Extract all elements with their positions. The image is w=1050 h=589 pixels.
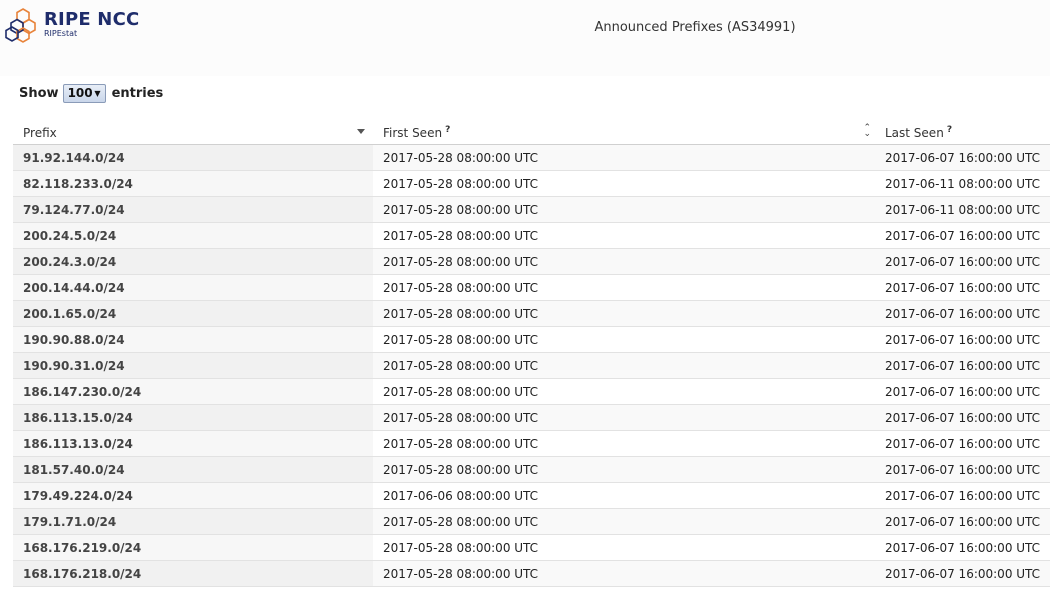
brand-name: RIPE NCC	[44, 9, 140, 30]
column-header-first-seen[interactable]: First Seen? ⌃ ⌄	[373, 121, 875, 145]
length-menu: Show 100 ▼ entries	[19, 83, 163, 103]
table-row[interactable]: 168.176.218.0/24 2017-05-28 08:00:00 UTC 2…	[13, 560, 1050, 587]
prefix-cell[interactable]: 200.1.65.0/24	[13, 300, 373, 327]
widget-title: Announced Prefixes (AS34991)	[594, 20, 796, 35]
help-icon[interactable]: ?	[947, 125, 952, 135]
help-icon[interactable]: ?	[445, 125, 450, 135]
first-seen-cell: 2017-05-28 08:00:00 UTC	[373, 430, 875, 457]
first-seen-cell: 2017-05-28 08:00:00 UTC	[373, 508, 875, 535]
table-container: Show 100 ▼ entries Prefix First Seen? ⌃ ⌄…	[13, 76, 1050, 589]
prefix-cell[interactable]: 186.113.13.0/24	[13, 430, 373, 457]
table-row[interactable]: 181.57.40.0/24 2017-05-28 08:00:00 UTC 201…	[13, 456, 1050, 483]
prefix-cell[interactable]: 168.176.219.0/24	[13, 534, 373, 561]
last-seen-cell: 2017-06-07 16:00:00 UTC	[875, 534, 1050, 561]
last-seen-cell: 2017-06-07 16:00:00 UTC	[875, 144, 1050, 171]
last-seen-cell: 2017-06-07 16:00:00 UTC	[875, 378, 1050, 405]
first-seen-cell: 2017-05-28 08:00:00 UTC	[373, 378, 875, 405]
table-row[interactable]: 200.24.5.0/24 2017-05-28 08:00:00 UTC 2017…	[13, 222, 1050, 249]
first-seen-cell: 2017-05-28 08:00:00 UTC	[373, 274, 875, 301]
prefix-cell[interactable]: 190.90.88.0/24	[13, 326, 373, 353]
product-name: RIPEstat	[44, 29, 78, 38]
entries-select[interactable]: 100 ▼	[62, 83, 106, 103]
first-seen-cell: 2017-05-28 08:00:00 UTC	[373, 222, 875, 249]
table-row[interactable]: 91.92.144.0/24 2017-05-28 08:00:00 UTC 201…	[13, 144, 1050, 171]
column-header-label: First Seen	[383, 126, 443, 140]
table-row[interactable]: 190.90.31.0/24 2017-05-28 08:00:00 UTC 201…	[13, 352, 1050, 379]
prefix-cell[interactable]: 186.147.230.0/24	[13, 378, 373, 405]
table-row[interactable]: 179.1.71.0/24 2017-05-28 08:00:00 UTC 2017…	[13, 508, 1050, 535]
table-row[interactable]: 79.124.77.0/24 2017-05-28 08:00:00 UTC 201…	[13, 196, 1050, 223]
prefix-cell[interactable]: 168.176.218.0/24	[13, 560, 373, 587]
table-row[interactable]: 168.176.219.0/24 2017-05-28 08:00:00 UTC 2…	[13, 534, 1050, 561]
first-seen-cell: 2017-05-28 08:00:00 UTC	[373, 404, 875, 431]
first-seen-cell: 2017-05-28 08:00:00 UTC	[373, 248, 875, 275]
sort-both-icon: ⌃ ⌄	[863, 123, 871, 139]
first-seen-cell: 2017-05-28 08:00:00 UTC	[373, 170, 875, 197]
last-seen-cell: 2017-06-07 16:00:00 UTC	[875, 222, 1050, 249]
last-seen-cell: 2017-06-07 16:00:00 UTC	[875, 508, 1050, 535]
prefixes-table: Prefix First Seen? ⌃ ⌄ Last Seen? 91.92.1…	[13, 121, 1050, 587]
first-seen-cell: 2017-05-28 08:00:00 UTC	[373, 144, 875, 171]
prefix-cell[interactable]: 200.14.44.0/24	[13, 274, 373, 301]
widget-header: RIPE NCC RIPEstat Announced Prefixes (AS…	[0, 0, 1050, 76]
table-row[interactable]: 179.49.224.0/24 2017-06-06 08:00:00 UTC 20…	[13, 482, 1050, 509]
entries-label: entries	[111, 85, 164, 101]
last-seen-cell: 2017-06-11 08:00:00 UTC	[875, 170, 1050, 197]
last-seen-cell: 2017-06-07 16:00:00 UTC	[875, 326, 1050, 353]
ripe-ncc-logo[interactable]: RIPE NCC RIPEstat	[4, 6, 144, 46]
first-seen-cell: 2017-05-28 08:00:00 UTC	[373, 456, 875, 483]
column-header-last-seen[interactable]: Last Seen?	[875, 121, 1050, 145]
last-seen-cell: 2017-06-07 16:00:00 UTC	[875, 404, 1050, 431]
first-seen-cell: 2017-05-28 08:00:00 UTC	[373, 534, 875, 561]
column-header-label: Prefix	[23, 125, 57, 140]
last-seen-cell: 2017-06-07 16:00:00 UTC	[875, 274, 1050, 301]
prefix-cell[interactable]: 179.1.71.0/24	[13, 508, 373, 535]
first-seen-cell: 2017-05-28 08:00:00 UTC	[373, 300, 875, 327]
prefix-cell[interactable]: 91.92.144.0/24	[13, 144, 373, 171]
prefix-cell[interactable]: 181.57.40.0/24	[13, 456, 373, 483]
table-row[interactable]: 186.147.230.0/24 2017-05-28 08:00:00 UTC 2…	[13, 378, 1050, 405]
last-seen-cell: 2017-06-07 16:00:00 UTC	[875, 560, 1050, 587]
prefix-cell[interactable]: 179.49.224.0/24	[13, 482, 373, 509]
first-seen-cell: 2017-06-06 08:00:00 UTC	[373, 482, 875, 509]
prefix-cell[interactable]: 200.24.3.0/24	[13, 248, 373, 275]
last-seen-cell: 2017-06-07 16:00:00 UTC	[875, 300, 1050, 327]
prefix-cell[interactable]: 79.124.77.0/24	[13, 196, 373, 223]
hexagon-logo-icon	[5, 8, 36, 43]
first-seen-cell: 2017-05-28 08:00:00 UTC	[373, 326, 875, 353]
table-body: 91.92.144.0/24 2017-05-28 08:00:00 UTC 201…	[13, 144, 1050, 587]
last-seen-cell: 2017-06-11 08:00:00 UTC	[875, 196, 1050, 223]
last-seen-cell: 2017-06-07 16:00:00 UTC	[875, 352, 1050, 379]
prefix-cell[interactable]: 190.90.31.0/24	[13, 352, 373, 379]
prefix-cell[interactable]: 200.24.5.0/24	[13, 222, 373, 249]
table-row[interactable]: 190.90.88.0/24 2017-05-28 08:00:00 UTC 201…	[13, 326, 1050, 353]
table-row[interactable]: 200.1.65.0/24 2017-05-28 08:00:00 UTC 2017…	[13, 300, 1050, 327]
show-label: Show	[19, 85, 59, 101]
table-row[interactable]: 200.24.3.0/24 2017-05-28 08:00:00 UTC 2017…	[13, 248, 1050, 275]
first-seen-cell: 2017-05-28 08:00:00 UTC	[373, 560, 875, 587]
first-seen-cell: 2017-05-28 08:00:00 UTC	[373, 196, 875, 223]
table-row[interactable]: 82.118.233.0/24 2017-05-28 08:00:00 UTC 20…	[13, 170, 1050, 197]
caret-down-icon: ▼	[94, 88, 101, 98]
table-row[interactable]: 200.14.44.0/24 2017-05-28 08:00:00 UTC 201…	[13, 274, 1050, 301]
column-header-label: Last Seen	[885, 126, 944, 140]
last-seen-cell: 2017-06-07 16:00:00 UTC	[875, 456, 1050, 483]
prefix-cell[interactable]: 82.118.233.0/24	[13, 170, 373, 197]
sort-descending-icon	[357, 129, 365, 134]
last-seen-cell: 2017-06-07 16:00:00 UTC	[875, 248, 1050, 275]
first-seen-cell: 2017-05-28 08:00:00 UTC	[373, 352, 875, 379]
last-seen-cell: 2017-06-07 16:00:00 UTC	[875, 482, 1050, 509]
entries-select-value: 100	[67, 86, 93, 100]
last-seen-cell: 2017-06-07 16:00:00 UTC	[875, 430, 1050, 457]
table-row[interactable]: 186.113.13.0/24 2017-05-28 08:00:00 UTC 20…	[13, 430, 1050, 457]
column-header-prefix[interactable]: Prefix	[13, 121, 373, 145]
prefix-cell[interactable]: 186.113.15.0/24	[13, 404, 373, 431]
table-row[interactable]: 186.113.15.0/24 2017-05-28 08:00:00 UTC 20…	[13, 404, 1050, 431]
table-header-row: Prefix First Seen? ⌃ ⌄ Last Seen?	[13, 121, 1050, 145]
